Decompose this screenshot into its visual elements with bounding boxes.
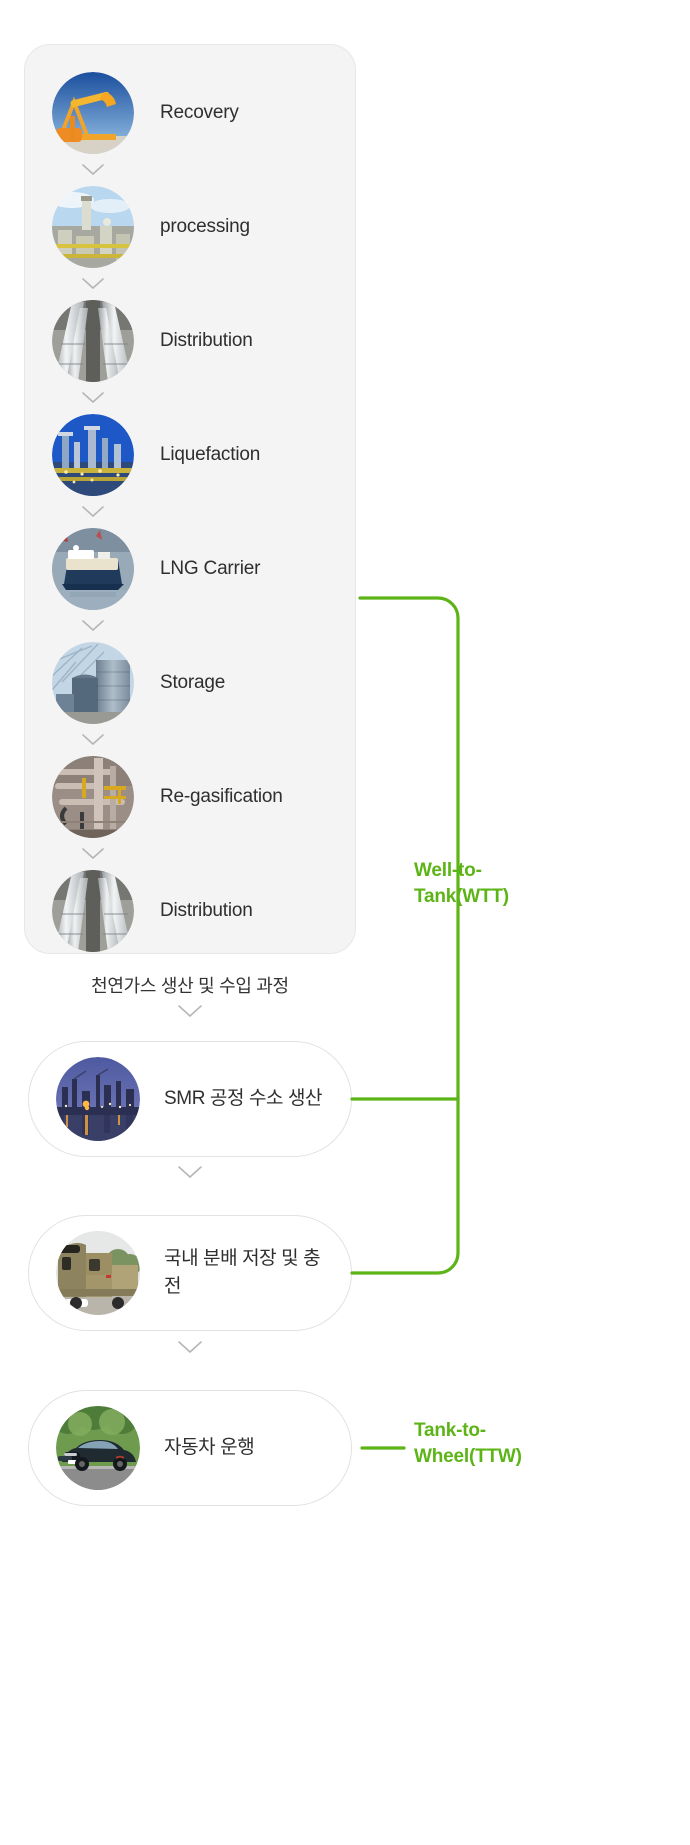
natural-gas-process-caption: 천연가스 생산 및 수입 과정: [91, 976, 289, 996]
stage-label: Distribution: [160, 900, 253, 922]
annotation-tank-to-wheel: Tank-to-Wheel(TTW): [414, 1420, 522, 1467]
chevron-down-icon: [25, 387, 161, 409]
gas-processing-plant-icon: [52, 186, 134, 268]
stage-storage[interactable]: Storage: [25, 637, 355, 729]
regasification-pipes-icon: [52, 756, 134, 838]
tanker-truck-icon: [56, 1231, 140, 1315]
lng-ship-icon: [52, 528, 134, 610]
chevron-down-icon: [25, 501, 161, 523]
oil-pumpjack-icon: [52, 72, 134, 154]
stage-label: Re-gasification: [160, 786, 283, 808]
annotation-well-to-tank: Well-to-Tank(WTT): [414, 860, 509, 907]
stage-label: Recovery: [160, 102, 239, 124]
stage-liquefaction[interactable]: Liquefaction: [25, 409, 355, 501]
stage-label: Liquefaction: [160, 444, 261, 466]
stage-label: LNG Carrier: [160, 558, 261, 580]
chevron-down-icon: [25, 615, 161, 637]
chevron-down-icon: [28, 1341, 352, 1354]
stage-distribution-1[interactable]: Distribution: [25, 295, 355, 387]
lng-hydrogen-lifecycle-diagram: Recovery processing Distribution Liquefa…: [0, 0, 690, 1845]
pill-label: 자동차 운행: [164, 1437, 255, 1459]
stage-label: Distribution: [160, 330, 253, 352]
chevron-down-icon: [24, 1005, 356, 1018]
chevron-down-icon: [25, 273, 161, 295]
chevron-down-icon: [25, 729, 161, 751]
liquefaction-plant-icon: [52, 414, 134, 496]
stage-lng-carrier[interactable]: LNG Carrier: [25, 523, 355, 615]
storage-tank-icon: [52, 642, 134, 724]
pill-domestic-distribution-storage[interactable]: 국내 분배 저장 및 충전: [28, 1215, 352, 1331]
car-icon: [56, 1406, 140, 1490]
stage-regasification[interactable]: Re-gasification: [25, 751, 355, 843]
pill-label: 국내 분배 저장 및 충전: [164, 1248, 321, 1297]
stage-label: processing: [160, 216, 250, 238]
chevron-down-icon: [25, 159, 161, 181]
refinery-night-icon: [56, 1057, 140, 1141]
stage-processing[interactable]: processing: [25, 181, 355, 273]
wtt-stage-card: Recovery processing Distribution Liquefa…: [24, 44, 356, 954]
chevron-down-icon: [28, 1166, 352, 1179]
pill-smr-hydrogen-production[interactable]: SMR 공정 수소 생산: [28, 1041, 352, 1157]
stage-distribution-2[interactable]: Distribution: [25, 865, 355, 957]
pill-label: SMR 공정 수소 생산: [164, 1088, 323, 1110]
pill-vehicle-operation[interactable]: 자동차 운행: [28, 1390, 352, 1506]
stage-label: Storage: [160, 672, 226, 694]
pipeline-icon: [52, 300, 134, 382]
stage-recovery[interactable]: Recovery: [25, 67, 355, 159]
chevron-down-icon: [25, 843, 161, 865]
pipeline-icon: [52, 870, 134, 952]
